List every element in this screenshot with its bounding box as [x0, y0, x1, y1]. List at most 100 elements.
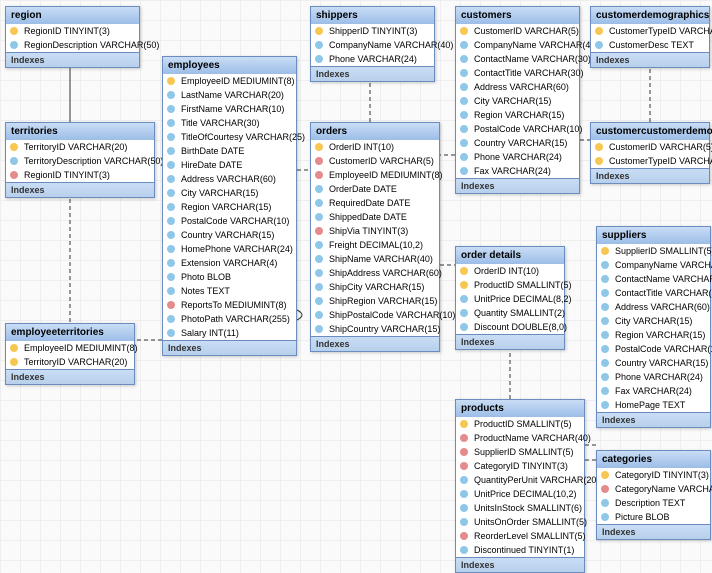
indexes-section[interactable]: Indexes — [456, 557, 584, 572]
column-fk[interactable]: RegionID TINYINT(3) — [6, 168, 154, 182]
table-title[interactable]: products — [456, 400, 584, 417]
column-reg[interactable]: OrderDate DATE — [311, 182, 439, 196]
column-fk[interactable]: ReportsTo MEDIUMINT(8) — [163, 298, 296, 312]
column-reg[interactable]: Phone VARCHAR(24) — [597, 370, 710, 384]
column-reg[interactable]: CustomerDesc TEXT — [591, 38, 709, 52]
column-reg[interactable]: ContactTitle VARCHAR(30) — [456, 66, 579, 80]
table-title[interactable]: customers — [456, 7, 579, 24]
column-reg[interactable]: Discontinued TINYINT(1) — [456, 543, 584, 557]
column-reg[interactable]: ContactName VARCHAR(30) — [597, 272, 710, 286]
indexes-section[interactable]: Indexes — [6, 182, 154, 197]
column-reg[interactable]: Discount DOUBLE(8,0) — [456, 320, 564, 334]
column-fk[interactable]: ProductName VARCHAR(40) — [456, 431, 584, 445]
column-fk[interactable]: CategoryName VARCHAR(30) — [597, 482, 710, 496]
column-reg[interactable]: PostalCode VARCHAR(10) — [597, 342, 710, 356]
column-reg[interactable]: Freight DECIMAL(10,2) — [311, 238, 439, 252]
column-reg[interactable]: UnitPrice DECIMAL(10,2) — [456, 487, 584, 501]
column-reg[interactable]: ShipAddress VARCHAR(60) — [311, 266, 439, 280]
column-fk[interactable]: EmployeeID MEDIUMINT(8) — [311, 168, 439, 182]
indexes-section[interactable]: Indexes — [311, 336, 439, 351]
table-shippers[interactable]: shippersShipperID TINYINT(3)CompanyName … — [310, 6, 435, 82]
column-reg[interactable]: UnitsOnOrder SMALLINT(5) — [456, 515, 584, 529]
table-title[interactable]: categories — [597, 451, 710, 468]
indexes-section[interactable]: Indexes — [591, 168, 709, 183]
table-employeeterritories[interactable]: employeeterritoriesEmployeeID MEDIUMINT(… — [5, 323, 135, 385]
indexes-section[interactable]: Indexes — [6, 369, 134, 384]
column-reg[interactable]: CompanyName VARCHAR(40) — [597, 258, 710, 272]
table-title[interactable]: order details — [456, 247, 564, 264]
table-title[interactable]: orders — [311, 123, 439, 140]
column-reg[interactable]: City VARCHAR(15) — [597, 314, 710, 328]
indexes-section[interactable]: Indexes — [311, 66, 434, 81]
column-pk[interactable]: CategoryID TINYINT(3) — [597, 468, 710, 482]
column-fk[interactable]: ReorderLevel SMALLINT(5) — [456, 529, 584, 543]
column-fk[interactable]: CategoryID TINYINT(3) — [456, 459, 584, 473]
column-reg[interactable]: FirstName VARCHAR(10) — [163, 102, 296, 116]
column-reg[interactable]: RequiredDate DATE — [311, 196, 439, 210]
column-reg[interactable]: ShipRegion VARCHAR(15) — [311, 294, 439, 308]
column-reg[interactable]: ContactTitle VARCHAR(30) — [597, 286, 710, 300]
column-pk[interactable]: ProductID SMALLINT(5) — [456, 278, 564, 292]
column-reg[interactable]: Description TEXT — [597, 496, 710, 510]
table-products[interactable]: productsProductID SMALLINT(5)ProductName… — [455, 399, 585, 573]
column-reg[interactable]: HomePhone VARCHAR(24) — [163, 242, 296, 256]
table-orders[interactable]: ordersOrderID INT(10)CustomerID VARCHAR(… — [310, 122, 440, 352]
column-reg[interactable]: CompanyName VARCHAR(40) — [456, 38, 579, 52]
table-orderdetails[interactable]: order detailsOrderID INT(10)ProductID SM… — [455, 246, 565, 350]
column-reg[interactable]: CompanyName VARCHAR(40) — [311, 38, 434, 52]
column-reg[interactable]: Phone VARCHAR(24) — [311, 52, 434, 66]
column-reg[interactable]: LastName VARCHAR(20) — [163, 88, 296, 102]
column-reg[interactable]: Region VARCHAR(15) — [163, 200, 296, 214]
indexes-section[interactable]: Indexes — [163, 340, 296, 355]
table-customercustomerdemo[interactable]: customercustomerdemoCustomerID VARCHAR(5… — [590, 122, 710, 184]
column-reg[interactable]: UnitPrice DECIMAL(8,2) — [456, 292, 564, 306]
column-reg[interactable]: HireDate DATE — [163, 158, 296, 172]
column-reg[interactable]: Address VARCHAR(60) — [456, 80, 579, 94]
column-reg[interactable]: TerritoryDescription VARCHAR(50) — [6, 154, 154, 168]
column-reg[interactable]: PostalCode VARCHAR(10) — [456, 122, 579, 136]
column-reg[interactable]: Region VARCHAR(15) — [456, 108, 579, 122]
indexes-section[interactable]: Indexes — [456, 334, 564, 349]
column-reg[interactable]: ShippedDate DATE — [311, 210, 439, 224]
column-pk[interactable]: SupplierID SMALLINT(5) — [597, 244, 710, 258]
column-reg[interactable]: ShipPostalCode VARCHAR(10) — [311, 308, 439, 322]
indexes-section[interactable]: Indexes — [591, 52, 709, 67]
column-reg[interactable]: UnitsInStock SMALLINT(6) — [456, 501, 584, 515]
column-pk[interactable]: OrderID INT(10) — [456, 264, 564, 278]
column-reg[interactable]: Salary INT(11) — [163, 326, 296, 340]
column-reg[interactable]: Country VARCHAR(15) — [456, 136, 579, 150]
column-reg[interactable]: Fax VARCHAR(24) — [456, 164, 579, 178]
table-region[interactable]: regionRegionID TINYINT(3)RegionDescripti… — [5, 6, 140, 68]
column-reg[interactable]: Country VARCHAR(15) — [163, 228, 296, 242]
column-reg[interactable]: Photo BLOB — [163, 270, 296, 284]
column-reg[interactable]: QuantityPerUnit VARCHAR(20) — [456, 473, 584, 487]
indexes-section[interactable]: Indexes — [6, 52, 139, 67]
column-reg[interactable]: Quantity SMALLINT(2) — [456, 306, 564, 320]
column-pk[interactable]: ProductID SMALLINT(5) — [456, 417, 584, 431]
column-reg[interactable]: ShipCity VARCHAR(15) — [311, 280, 439, 294]
column-reg[interactable]: Fax VARCHAR(24) — [597, 384, 710, 398]
table-suppliers[interactable]: suppliersSupplierID SMALLINT(5)CompanyNa… — [596, 226, 711, 428]
column-fk[interactable]: CustomerID VARCHAR(5) — [311, 154, 439, 168]
column-pk[interactable]: TerritoryID VARCHAR(20) — [6, 355, 134, 369]
column-reg[interactable]: Title VARCHAR(30) — [163, 116, 296, 130]
column-reg[interactable]: HomePage TEXT — [597, 398, 710, 412]
table-title[interactable]: region — [6, 7, 139, 24]
column-pk[interactable]: OrderID INT(10) — [311, 140, 439, 154]
column-reg[interactable]: Picture BLOB — [597, 510, 710, 524]
table-title[interactable]: customercustomerdemo — [591, 123, 709, 140]
column-reg[interactable]: ShipName VARCHAR(40) — [311, 252, 439, 266]
column-pk[interactable]: RegionID TINYINT(3) — [6, 24, 139, 38]
column-reg[interactable]: Address VARCHAR(60) — [163, 172, 296, 186]
column-reg[interactable]: Region VARCHAR(15) — [597, 328, 710, 342]
column-reg[interactable]: ShipCountry VARCHAR(15) — [311, 322, 439, 336]
column-reg[interactable]: TitleOfCourtesy VARCHAR(25) — [163, 130, 296, 144]
indexes-section[interactable]: Indexes — [597, 524, 710, 539]
column-reg[interactable]: City VARCHAR(15) — [456, 94, 579, 108]
column-reg[interactable]: Country VARCHAR(15) — [597, 356, 710, 370]
table-title[interactable]: employeeterritories — [6, 324, 134, 341]
column-fk[interactable]: SupplierID SMALLINT(5) — [456, 445, 584, 459]
table-customers[interactable]: customersCustomerID VARCHAR(5)CompanyNam… — [455, 6, 580, 194]
indexes-section[interactable]: Indexes — [456, 178, 579, 193]
column-pk[interactable]: TerritoryID VARCHAR(20) — [6, 140, 154, 154]
